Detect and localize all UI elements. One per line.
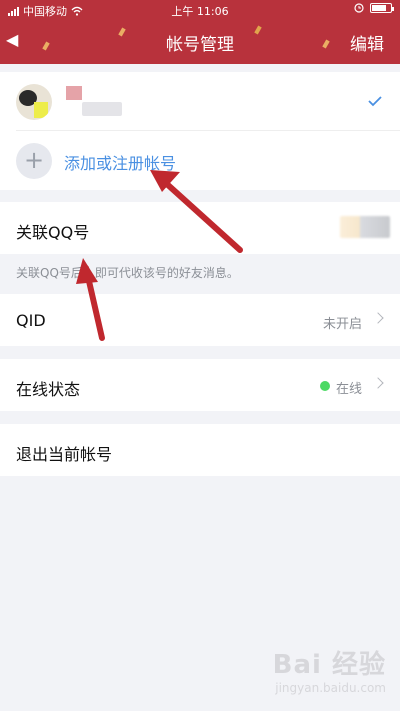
add-account-row[interactable]: + 添加或注册帐号: [0, 131, 400, 189]
status-time: 上午 11:06: [171, 5, 229, 18]
qid-value: 未开启: [322, 317, 362, 332]
check-icon: [368, 96, 382, 107]
watermark-main: Bai 经验: [272, 650, 386, 680]
online-status-row[interactable]: 在线状态 在线: [0, 359, 400, 411]
qid-label: QID: [16, 311, 46, 330]
linked-qq-row[interactable]: 关联QQ号: [0, 202, 400, 254]
status-bar: 中国移动 上午 11:06: [0, 0, 400, 20]
chevron-right-icon: [372, 377, 384, 389]
plus-icon: +: [16, 143, 52, 179]
nickname-redacted: [66, 86, 82, 100]
linked-qq-avatar-redacted: [340, 216, 390, 238]
linked-qq-hint: 关联QQ号后，即可代收该号的好友消息。: [16, 266, 239, 280]
nav-bar: ◀ 帐号管理 编辑: [0, 20, 400, 64]
account-id-redacted: [82, 102, 122, 116]
edit-button[interactable]: 编辑: [350, 30, 384, 55]
account-card: + 添加或注册帐号: [0, 72, 400, 190]
logout-label: 退出当前帐号: [16, 445, 113, 464]
online-status-value: 在线: [335, 382, 362, 397]
status-right: [354, 3, 394, 13]
battery-icon: [370, 3, 394, 13]
logout-row[interactable]: 退出当前帐号: [0, 424, 400, 476]
watermark-sub: jingyan.baidu.com: [275, 681, 386, 695]
alarm-icon: [354, 3, 364, 13]
online-status-label: 在线状态: [16, 380, 81, 399]
avatar[interactable]: [16, 84, 52, 120]
online-dot-icon: [320, 381, 330, 391]
add-account-label: 添加或注册帐号: [64, 154, 177, 173]
linked-qq-label: 关联QQ号: [16, 223, 90, 242]
watermark: Bai 经验 jingyan.baidu.com: [273, 644, 386, 695]
page-title: 帐号管理: [166, 35, 234, 55]
chevron-right-icon: [372, 312, 384, 324]
qid-row[interactable]: QID 未开启: [0, 294, 400, 346]
